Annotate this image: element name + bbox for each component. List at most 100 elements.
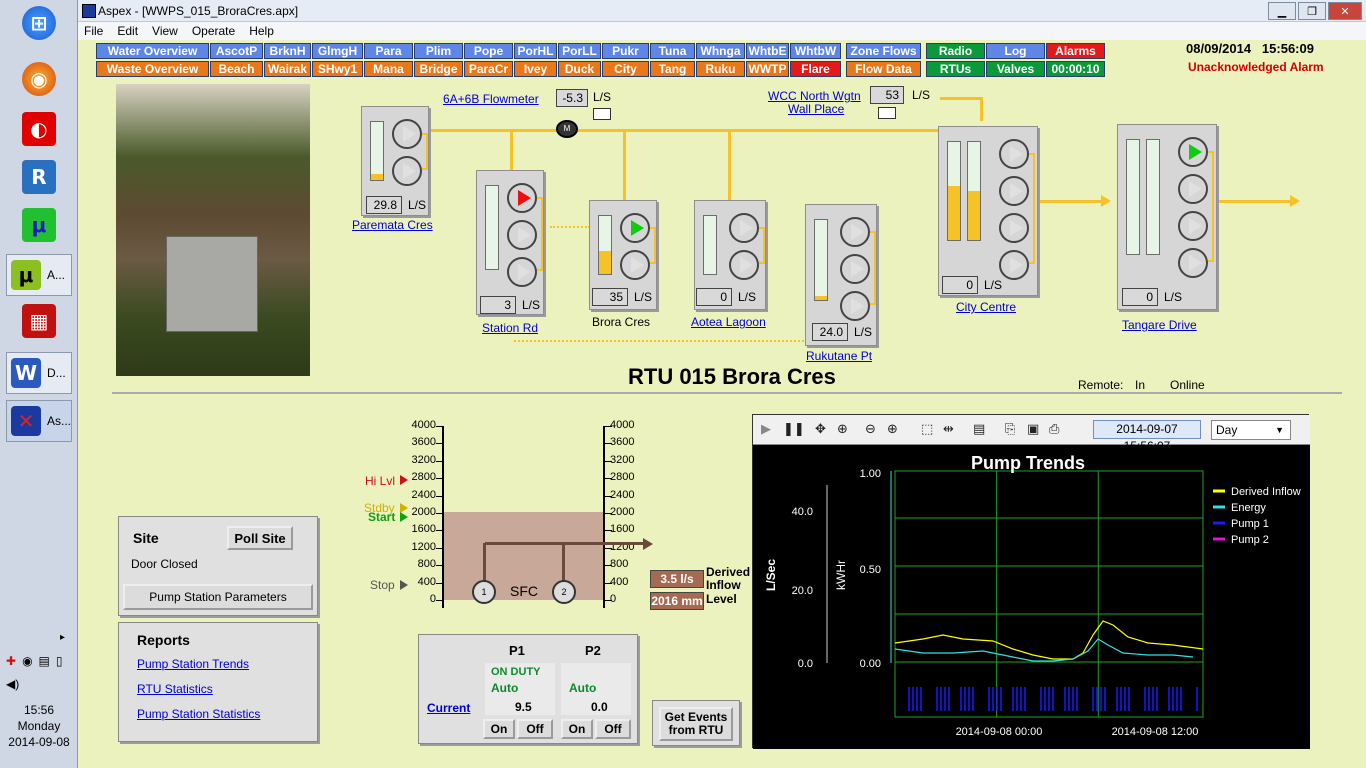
pump-grey-icon[interactable] [999, 176, 1029, 206]
taskbar-clock[interactable]: 15:56 Monday 2014-09-08 [0, 702, 78, 750]
pump-grey-icon[interactable] [999, 139, 1029, 169]
minimize-button[interactable]: ▁ [1268, 2, 1296, 20]
nav-water-porhl[interactable]: PorHL [514, 43, 557, 59]
play-icon[interactable]: ▶ [761, 422, 771, 437]
nav-waste-ruku[interactable]: Ruku [696, 61, 745, 77]
pan-icon[interactable]: ✥ [815, 422, 826, 437]
pause-icon[interactable]: ❚❚ [783, 422, 805, 437]
trend-period-select[interactable]: Day ▼ [1211, 420, 1291, 440]
link-rtu-statistics[interactable]: RTU Statistics [137, 682, 213, 696]
pump-grey-icon[interactable] [392, 156, 422, 186]
trend-mini-icon[interactable] [878, 107, 896, 119]
tray-eye-icon[interactable]: ◉ [22, 654, 32, 671]
nav-waste-bridge[interactable]: Bridge [414, 61, 463, 77]
nav-waste-wairak[interactable]: Wairak [264, 61, 311, 77]
pump-grey-icon[interactable] [507, 220, 537, 250]
nav-water-whtbe[interactable]: WhtbE [746, 43, 789, 59]
pump-grey-icon[interactable] [1178, 248, 1208, 278]
pump-grey-icon[interactable] [840, 291, 870, 321]
p2-off-button[interactable]: Off [595, 719, 631, 739]
pump-grey-icon[interactable] [729, 213, 759, 243]
wcc-link-2[interactable]: Wall Place [788, 102, 844, 116]
station-panel[interactable] [476, 170, 544, 315]
print-icon[interactable]: ⎙ [1049, 422, 1059, 437]
nav-water-tuna[interactable]: Tuna [650, 43, 695, 59]
tray-network-icon[interactable]: ▤ [39, 654, 50, 671]
nav-waste-rtus[interactable]: RTUs [926, 61, 985, 77]
pump-grey-icon[interactable] [1178, 174, 1208, 204]
unacknowledged-alarm-text[interactable]: Unacknowledged Alarm [1188, 60, 1324, 74]
properties-icon[interactable]: ▤ [973, 422, 985, 437]
nav-waste-waste-overview[interactable]: Waste Overview [96, 61, 209, 77]
pump-station-parameters-button[interactable]: Pump Station Parameters [123, 584, 313, 610]
pump-grey-icon[interactable] [392, 119, 422, 149]
station-link[interactable]: Rukutane Pt [806, 349, 872, 363]
calc-launcher[interactable]: ▦ [6, 304, 72, 338]
wcc-link-1[interactable]: WCC North Wgtn [768, 89, 861, 103]
nav-waste-city[interactable]: City [602, 61, 649, 77]
flowmeter-link[interactable]: 6A+6B Flowmeter [443, 92, 539, 106]
select-icon[interactable]: ⬚ [921, 422, 933, 437]
nav-water-brknh[interactable]: BrknH [264, 43, 311, 59]
save-icon[interactable]: ▣ [1027, 422, 1039, 437]
menu-edit[interactable]: Edit [117, 24, 138, 38]
copy-icon[interactable]: ⎘ [1005, 422, 1015, 437]
link-pump-station-statistics[interactable]: Pump Station Statistics [137, 707, 260, 721]
nav-waste-duck[interactable]: Duck [558, 61, 601, 77]
nav-waste-flare[interactable]: Flare [790, 61, 841, 77]
station-link[interactable]: Paremata Cres [352, 218, 433, 232]
cursor-icon[interactable]: ⇹ [943, 422, 954, 437]
nav-water-water-overview[interactable]: Water Overview [96, 43, 209, 59]
nav-waste-shwy1[interactable]: SHwy1 [312, 61, 363, 77]
link-pump-station-trends[interactable]: Pump Station Trends [137, 657, 249, 671]
close-button[interactable]: ✕ [1328, 2, 1362, 20]
menu-view[interactable]: View [152, 24, 178, 38]
get-events-button[interactable]: Get Events from RTU [659, 707, 733, 741]
micro-launcher[interactable]: μ [6, 208, 72, 242]
pump-grey-icon[interactable] [620, 250, 650, 280]
nav-waste-paracr[interactable]: ParaCr [464, 61, 513, 77]
p2-on-button[interactable]: On [561, 719, 593, 739]
firefox-launcher[interactable]: ◉ [6, 62, 72, 96]
station-panel[interactable] [1117, 124, 1217, 310]
menu-operate[interactable]: Operate [192, 24, 235, 38]
vodafone-launcher[interactable]: ◐ [6, 112, 72, 146]
pump-grey-icon[interactable] [507, 257, 537, 287]
pump-green-icon[interactable] [620, 213, 650, 243]
restore-button[interactable]: ❐ [1298, 2, 1326, 20]
nav-water-para[interactable]: Para [364, 43, 413, 59]
taskbar-item-micro[interactable]: μ A... [6, 254, 72, 296]
station-link[interactable]: Station Rd [482, 321, 538, 335]
pump-grey-icon[interactable] [840, 254, 870, 284]
nav-waste-wwtp[interactable]: WWTP [746, 61, 789, 77]
tray-expand-icon[interactable]: ▸ [60, 632, 65, 643]
poll-site-button[interactable]: Poll Site [227, 526, 293, 550]
nav-water-log[interactable]: Log [986, 43, 1045, 59]
tray-device-icon[interactable]: ▯ [56, 654, 63, 671]
pump-grey-icon[interactable] [999, 213, 1029, 243]
remote-launcher[interactable]: R [6, 160, 72, 194]
nav-waste-00-00-10[interactable]: 00:00:10 [1046, 61, 1105, 77]
trend-datetime-field[interactable]: 2014-09-07 15:56:07 [1093, 420, 1201, 453]
nav-water-pope[interactable]: Pope [464, 43, 513, 59]
pump-red-icon[interactable] [507, 183, 537, 213]
station-link[interactable]: Aotea Lagoon [691, 315, 766, 329]
pump-grey-icon[interactable] [999, 250, 1029, 280]
nav-waste-tang[interactable]: Tang [650, 61, 695, 77]
nav-waste-beach[interactable]: Beach [210, 61, 263, 77]
taskbar-item-word[interactable]: W D... [6, 352, 72, 394]
pump-grey-icon[interactable] [729, 250, 759, 280]
p1-off-button[interactable]: Off [517, 719, 553, 739]
nav-water-pukr[interactable]: Pukr [602, 43, 649, 59]
station-panel[interactable] [938, 126, 1038, 296]
pump-green-icon[interactable] [1178, 137, 1208, 167]
zoom-area-icon[interactable]: ⊕ [837, 422, 848, 437]
nav-water-ascotp[interactable]: AscotP [210, 43, 263, 59]
nav-waste-valves[interactable]: Valves [986, 61, 1045, 77]
pump-grey-icon[interactable] [1178, 211, 1208, 241]
station-link[interactable]: City Centre [956, 300, 1016, 314]
nav-water-glmgh[interactable]: GlmgH [312, 43, 363, 59]
nav-water-porll[interactable]: PorLL [558, 43, 601, 59]
station-link[interactable]: Tangare Drive [1122, 318, 1197, 332]
p1-on-button[interactable]: On [483, 719, 515, 739]
